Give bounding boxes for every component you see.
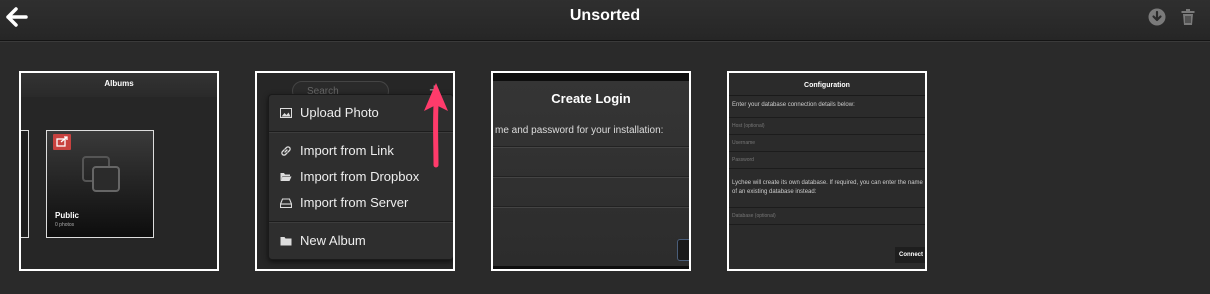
divider bbox=[493, 146, 689, 147]
trash-icon[interactable] bbox=[1178, 7, 1198, 27]
folder-open-icon bbox=[280, 173, 292, 181]
database-field[interactable]: Database (optional) bbox=[729, 207, 925, 224]
share-icon bbox=[53, 134, 71, 150]
username-field[interactable]: Username bbox=[729, 134, 925, 151]
top-bar: Unsorted bbox=[0, 0, 1210, 41]
page-title: Unsorted bbox=[569, 7, 641, 24]
thumbnail-configuration[interactable]: Configuration Enter your database connec… bbox=[727, 71, 927, 271]
album-name: Public bbox=[55, 211, 80, 220]
link-icon bbox=[281, 146, 291, 156]
menu-item-label: Upload Photo bbox=[300, 105, 379, 120]
login-title: Create Login bbox=[551, 91, 631, 106]
password-field[interactable]: Password bbox=[729, 151, 925, 168]
menu-item-new-album[interactable]: New Album bbox=[269, 229, 453, 253]
menu-divider bbox=[269, 221, 453, 222]
divider bbox=[493, 176, 689, 177]
divider bbox=[493, 206, 689, 207]
divider bbox=[729, 95, 925, 96]
thumbnail-albums[interactable]: Albums Public 0 photos bbox=[19, 71, 219, 271]
albums-header: Albums bbox=[21, 73, 217, 97]
config-note: Lychee will create its own database. If … bbox=[732, 180, 923, 195]
menu-item-label: Import from Dropbox bbox=[300, 169, 420, 184]
album-card-public[interactable]: Public 0 photos bbox=[46, 130, 154, 238]
folder-icon bbox=[280, 237, 292, 246]
album-stack-icon bbox=[82, 156, 120, 192]
login-panel: Create Login me and password for your in… bbox=[493, 81, 689, 266]
divider bbox=[729, 224, 925, 226]
menu-item-label: New Album bbox=[300, 233, 366, 248]
config-intro: Enter your database connection details b… bbox=[732, 102, 855, 108]
login-button-partial[interactable] bbox=[677, 239, 689, 261]
thumbnail-upload-menu[interactable]: Search + Upload Photo Import from Link I… bbox=[255, 71, 455, 271]
server-icon bbox=[280, 198, 292, 209]
album-count: 0 photos bbox=[55, 222, 75, 228]
config-title: Configuration bbox=[804, 82, 850, 89]
divider bbox=[729, 168, 925, 170]
thumbnail-create-login[interactable]: Create Login me and password for your in… bbox=[491, 71, 691, 271]
download-circle-icon[interactable] bbox=[1147, 7, 1167, 27]
album-card-partial[interactable] bbox=[21, 130, 29, 238]
menu-item-label: Import from Link bbox=[300, 143, 394, 158]
login-text: me and password for your installation: bbox=[495, 125, 664, 136]
host-field[interactable]: Host (optional) bbox=[729, 117, 925, 134]
connect-button[interactable]: Connect bbox=[895, 247, 925, 263]
menu-item-label: Import from Server bbox=[300, 195, 409, 210]
pointer-arrow-icon bbox=[424, 83, 448, 168]
menu-item-import-server[interactable]: Import from Server bbox=[269, 191, 453, 215]
image-icon bbox=[280, 108, 292, 118]
